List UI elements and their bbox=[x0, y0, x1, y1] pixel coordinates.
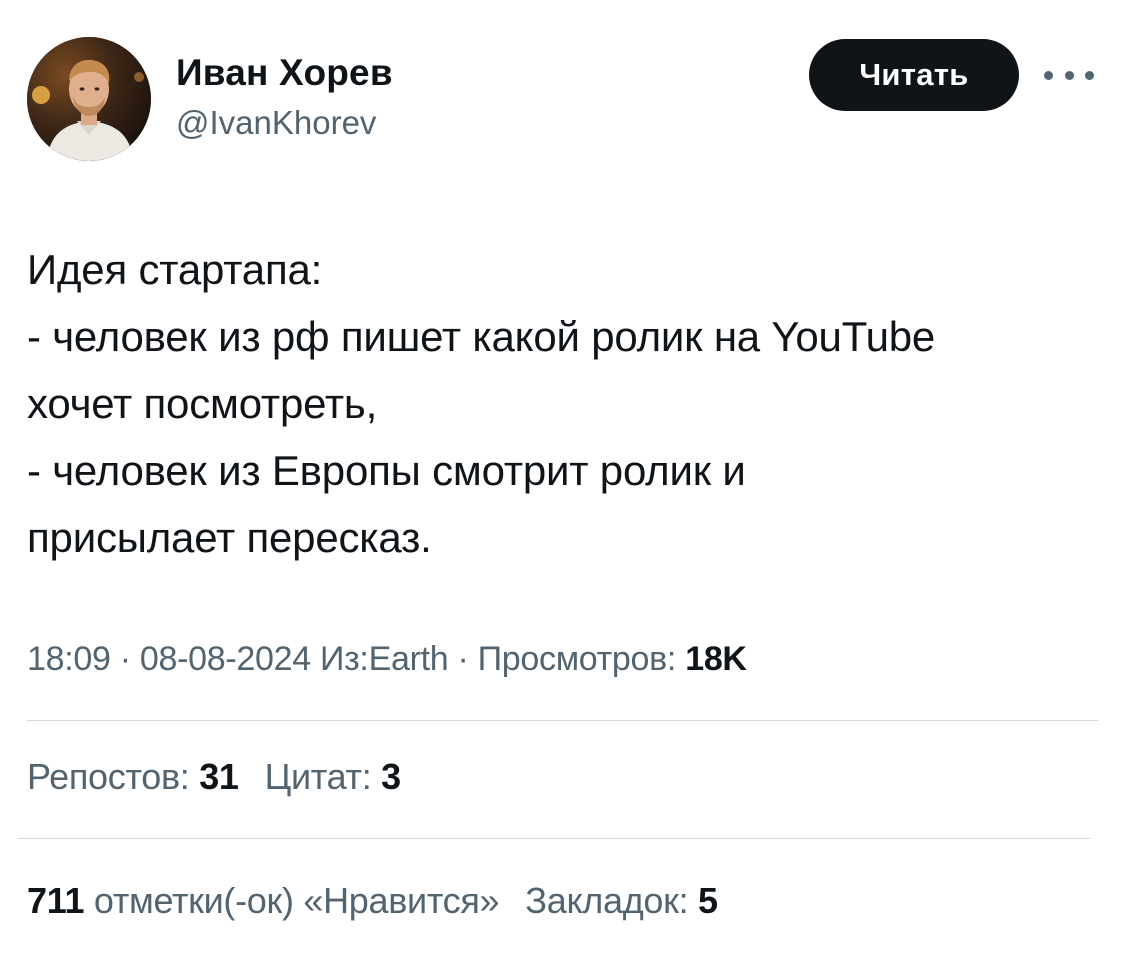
tweet-line: присылает пересказ. bbox=[27, 514, 432, 561]
tweet-source[interactable]: Earth bbox=[369, 640, 449, 678]
author-name[interactable]: Иван Хорев bbox=[176, 52, 393, 94]
avatar[interactable] bbox=[27, 37, 151, 161]
bookmarks-count: 5 bbox=[698, 880, 718, 921]
bookmarks-label: Закладок: bbox=[525, 880, 699, 921]
follow-button[interactable]: Читать bbox=[809, 39, 1019, 111]
more-dot bbox=[1064, 70, 1074, 80]
repost-stats: Репостов: 31 Цитат: 3 bbox=[27, 756, 401, 798]
more-horizontal-icon[interactable] bbox=[1044, 60, 1094, 90]
reposts-link[interactable]: Репостов: 31 bbox=[27, 756, 239, 798]
tweet-meta: 18:09 · 08-08-2024 Из:Earth · Просмотров… bbox=[27, 640, 747, 679]
likes-count: 711 bbox=[27, 880, 85, 921]
views-label: Просмотров: bbox=[477, 640, 686, 678]
divider bbox=[27, 720, 1098, 721]
likes-label: отметки(-ок) «Нравится» bbox=[84, 880, 500, 921]
meta-separator: · bbox=[448, 640, 478, 678]
tweet-line: - человек из Европы смотрит ролик и bbox=[27, 447, 746, 494]
tweet-date[interactable]: 08-08-2024 bbox=[140, 640, 311, 678]
more-dot bbox=[1085, 70, 1094, 80]
more-dot bbox=[1044, 70, 1053, 80]
tweet-text: Идея стартапа: - человек из рф пишет как… bbox=[27, 236, 1117, 571]
quotes-link[interactable]: Цитат: 3 bbox=[265, 756, 401, 798]
source-prefix: Из: bbox=[310, 640, 369, 678]
quotes-label: Цитат: bbox=[264, 756, 382, 797]
tweet-line: - человек из рф пишет какой ролик на You… bbox=[27, 313, 936, 360]
views-count: 18K bbox=[685, 640, 747, 678]
tweet-time[interactable]: 18:09 bbox=[27, 640, 111, 678]
likes-link[interactable]: 711 отметки(-ок) «Нравится» bbox=[27, 880, 500, 922]
avatar-photo-icon bbox=[27, 37, 151, 161]
meta-separator: · bbox=[110, 640, 140, 678]
tweet-line: Идея стартапа: bbox=[27, 246, 323, 293]
author-handle[interactable]: @IvanKhorev bbox=[176, 104, 376, 142]
reposts-count: 31 bbox=[199, 756, 239, 797]
bookmarks-link[interactable]: Закладок: 5 bbox=[525, 880, 718, 922]
quotes-count: 3 bbox=[381, 756, 401, 797]
divider bbox=[18, 838, 1090, 839]
reposts-label: Репостов: bbox=[27, 756, 200, 797]
like-stats: 711 отметки(-ок) «Нравится» Закладок: 5 bbox=[27, 880, 718, 922]
tweet-line: хочет посмотреть, bbox=[27, 380, 378, 427]
